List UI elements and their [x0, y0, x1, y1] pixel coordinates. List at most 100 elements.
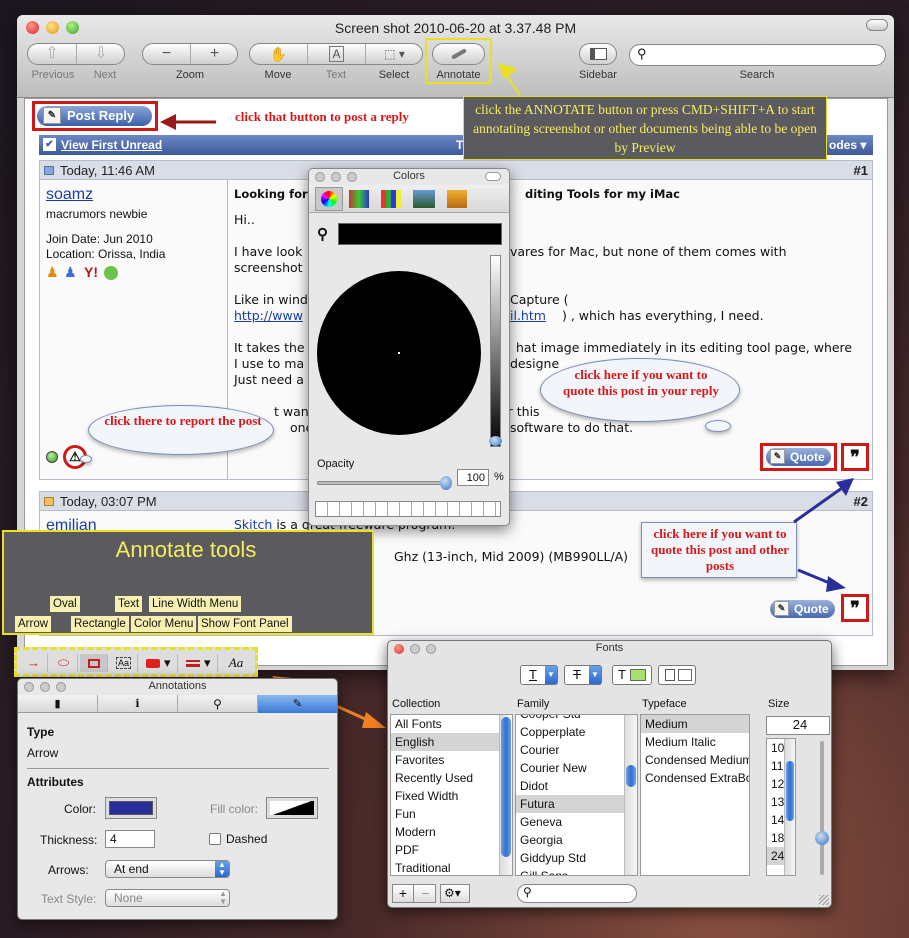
list-item[interactable]: Futura	[516, 795, 637, 813]
text-underline-menu[interactable]: T ▼	[520, 665, 558, 685]
list-item[interactable]: Courier New	[516, 759, 637, 777]
list-item[interactable]: All Fonts	[391, 715, 512, 733]
arrow-tool-button[interactable]: →	[20, 654, 48, 672]
fill-color-well[interactable]	[266, 797, 318, 819]
list-item[interactable]: Medium	[641, 715, 749, 733]
list-item[interactable]: Gill Sans	[516, 867, 637, 875]
action-menu-button[interactable]: ⚙▾	[440, 884, 470, 903]
list-item[interactable]: Traditional	[391, 859, 512, 875]
size-list-scrollbar[interactable]	[784, 739, 795, 875]
arrows-popup[interactable]: At end ▲ ▼	[105, 860, 230, 878]
next-button[interactable]: ⇩	[77, 44, 125, 64]
post-reply-button[interactable]: ✎ Post Reply	[37, 106, 152, 126]
collection-scrollbar[interactable]	[499, 715, 512, 875]
list-item[interactable]: Condensed Medium	[641, 751, 749, 769]
post-reply-icon: ✎	[43, 107, 61, 124]
search-input[interactable]: ⚲	[629, 44, 886, 66]
list-item[interactable]: Giddyup Std	[516, 849, 637, 867]
opacity-field[interactable]: 100	[457, 469, 489, 486]
text-style-popup[interactable]: None ▲ ▼	[105, 889, 230, 907]
list-item[interactable]: Favorites	[391, 751, 512, 769]
document-color-button[interactable]	[658, 665, 696, 685]
resize-grip[interactable]	[819, 895, 829, 905]
scrollbar-thumb[interactable]	[626, 765, 636, 787]
color-well[interactable]	[105, 797, 157, 819]
post1-number[interactable]: #1	[854, 163, 868, 178]
post1-link[interactable]: http://www	[234, 308, 303, 324]
text-strikethrough-menu[interactable]: T ▼	[564, 665, 602, 685]
search-tab[interactable]: ⚲	[178, 695, 258, 713]
list-item[interactable]: Fun	[391, 805, 512, 823]
panel-toolbar-toggle[interactable]	[485, 172, 501, 181]
list-item[interactable]: Modern	[391, 823, 512, 841]
size-slider[interactable]	[815, 741, 829, 875]
skype-icon[interactable]	[104, 266, 118, 280]
list-item[interactable]: Didot	[516, 777, 637, 795]
rectangle-tool-button[interactable]	[80, 654, 108, 672]
previous-button[interactable]: ⇧	[28, 44, 77, 64]
list-item[interactable]: Fixed Width	[391, 787, 512, 805]
text-tool-button[interactable]: A	[308, 44, 366, 64]
post1-quote-button[interactable]: ✎ Quote	[766, 448, 831, 466]
scrollbar-thumb[interactable]	[501, 717, 511, 857]
dashed-checkbox[interactable]	[209, 833, 221, 845]
opacity-slider[interactable]	[317, 476, 452, 490]
current-color-well[interactable]	[338, 223, 502, 245]
zoom-out-button[interactable]: −	[143, 44, 191, 64]
post1-link-end[interactable]: il.htm	[510, 308, 546, 324]
sidebar-button[interactable]	[579, 43, 617, 65]
color-menu-button[interactable]: ▾	[140, 654, 178, 672]
underline-icon: T	[529, 667, 537, 682]
color-sliders-tab[interactable]	[349, 190, 369, 208]
list-item[interactable]: Geneva	[516, 813, 637, 831]
font-size-field[interactable]: 24	[766, 716, 830, 735]
list-item[interactable]: Condensed ExtraBo	[641, 769, 749, 787]
brightness-slider[interactable]	[489, 255, 502, 447]
color-palettes-tab[interactable]	[381, 190, 401, 208]
select-tool-button[interactable]: ⬚ ▾	[366, 44, 423, 64]
post1-username[interactable]: soamz	[46, 186, 93, 204]
brightness-slider-knob[interactable]	[489, 436, 502, 446]
image-palettes-tab[interactable]	[413, 190, 435, 208]
list-item[interactable]: Medium Italic	[641, 733, 749, 751]
remove-collection-button[interactable]: −	[415, 885, 436, 902]
move-tool-button[interactable]: ✋	[250, 44, 308, 64]
color-wheel-tab[interactable]	[315, 187, 343, 211]
list-item[interactable]: Courier	[516, 741, 637, 759]
display-modes-menu[interactable]: odes ▾	[829, 138, 866, 152]
list-item[interactable]: Recently Used	[391, 769, 512, 787]
scrollbar-thumb[interactable]	[786, 761, 794, 821]
list-item[interactable]: Copperplate	[516, 723, 637, 741]
zoom-in-button[interactable]: +	[191, 44, 238, 64]
color-wheel[interactable]	[317, 271, 481, 435]
view-first-unread-link[interactable]: View First Unread	[61, 138, 162, 152]
aim-icon[interactable]: ♟	[46, 264, 59, 281]
crayons-tab[interactable]	[447, 190, 467, 208]
show-font-panel-button[interactable]: Aa	[222, 654, 250, 672]
oval-tool-button[interactable]: ⬭	[50, 654, 78, 672]
post2-quote-button[interactable]: ✎ Quote	[770, 600, 835, 618]
list-item[interactable]: PDF	[391, 841, 512, 859]
toolbar-toggle-button[interactable]	[866, 19, 888, 31]
info-tab[interactable]: ℹ	[98, 695, 178, 713]
line-width-menu-button[interactable]: ▾	[180, 654, 218, 672]
yahoo-icon[interactable]: Y!	[84, 264, 98, 280]
annotation-tab[interactable]: ✎	[258, 695, 337, 713]
list-item[interactable]: English	[391, 733, 512, 751]
list-item[interactable]: Georgia	[516, 831, 637, 849]
family-scrollbar[interactable]	[624, 715, 637, 875]
list-item[interactable]: Cooper Std	[516, 715, 637, 723]
post-reply-highlight: ✎ Post Reply	[32, 101, 158, 131]
post1-multiquote-button[interactable]: ❞	[841, 443, 869, 471]
font-search-input[interactable]: ⚲	[517, 884, 637, 903]
text-tool-annotate-button[interactable]: Aa	[110, 654, 138, 672]
text-color-button[interactable]: T	[612, 665, 652, 685]
msn-icon[interactable]: ♟	[64, 264, 77, 281]
thickness-field[interactable]: 4	[105, 830, 155, 848]
general-info-tab[interactable]: ▮	[18, 695, 98, 713]
opacity-slider-knob[interactable]	[440, 476, 452, 490]
magnifier-icon[interactable]: ⚲	[317, 225, 328, 243]
add-collection-button[interactable]: +	[393, 885, 414, 902]
color-swatches[interactable]	[315, 501, 501, 517]
size-slider-knob[interactable]	[815, 831, 829, 845]
